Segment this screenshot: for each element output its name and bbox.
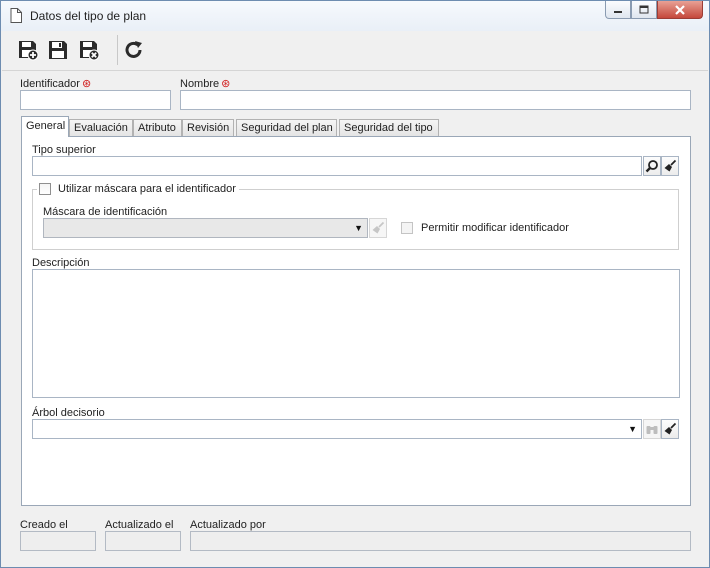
broom-icon [664,422,677,435]
decision-tree-clear-button[interactable] [661,419,679,439]
title-bar: Datos del tipo de plan [1,1,709,31]
minimize-button[interactable] [605,1,631,19]
created-field [20,531,96,551]
allow-modify-option: Permitir modificar identificador [401,222,569,234]
window-title: Datos del tipo de plan [30,9,147,23]
allow-modify-label: Permitir modificar identificador [421,222,569,234]
tab-seguridad-plan[interactable]: Seguridad del plan [236,119,337,137]
window-controls [605,1,703,21]
parent-type-clear-button[interactable] [661,156,679,176]
save-close-button[interactable] [76,37,102,63]
minimize-icon [614,10,622,13]
dropdown-arrow-icon: ▼ [354,223,363,233]
maximize-icon [639,5,649,14]
save-icon [49,41,67,59]
toolbar [2,31,708,71]
refresh-icon [125,41,142,58]
name-label: Nombre ⊛ [180,78,231,90]
broom-icon [372,221,385,234]
parent-type-input[interactable] [32,156,642,176]
close-icon [675,4,685,15]
dropdown-arrow-icon: ▼ [628,424,637,434]
description-label: Descripción [32,257,90,269]
tab-general[interactable]: General [21,116,69,137]
save-new-icon [19,41,39,61]
mask-label: Máscara de identificación [43,206,168,218]
updated-label: Actualizado el [105,519,174,531]
updated-by-label: Actualizado por [190,519,266,531]
decision-tree-view-button[interactable] [643,419,661,439]
tab-evaluacion[interactable]: Evaluación [69,119,133,137]
binoculars-icon [646,426,658,434]
save-button[interactable] [45,37,71,63]
identifier-input[interactable] [20,90,171,110]
refresh-button[interactable] [121,37,147,63]
broom-icon [664,159,677,172]
parent-type-label: Tipo superior [32,144,96,156]
tab-atributo[interactable]: Atributo [133,119,182,137]
required-icon: ⊛ [221,78,231,90]
tab-revision[interactable]: Revisión [182,119,234,137]
dialog-window: Datos del tipo de plan Identificador ⊛ N… [0,0,710,568]
tab-seguridad-tipo[interactable]: Seguridad del tipo [339,119,439,137]
mask-clear-button[interactable] [369,218,387,238]
toolbar-separator [117,35,118,65]
description-textarea[interactable] [32,269,680,398]
maximize-button[interactable] [631,1,657,19]
parent-type-search-button[interactable] [643,156,661,176]
close-button[interactable] [657,1,703,19]
created-label: Creado el [20,519,68,531]
identifier-label: Identificador ⊛ [20,78,92,90]
document-icon [10,8,22,23]
decision-tree-label: Árbol decisorio [32,407,105,419]
search-icon [645,160,658,173]
use-mask-option: Utilizar máscara para el identificador [37,181,239,196]
save-close-icon [80,41,100,61]
decision-tree-select[interactable]: ▼ [32,419,642,439]
use-mask-checkbox[interactable] [39,182,51,195]
mask-select[interactable]: ▼ [43,218,368,238]
updated-field [105,531,181,551]
required-icon: ⊛ [81,78,92,90]
use-mask-label: Utilizar máscara para el identificador [58,182,236,195]
name-input[interactable] [180,90,691,110]
allow-modify-checkbox[interactable] [401,222,413,234]
updated-by-field [190,531,691,551]
save-new-button[interactable] [15,37,41,63]
